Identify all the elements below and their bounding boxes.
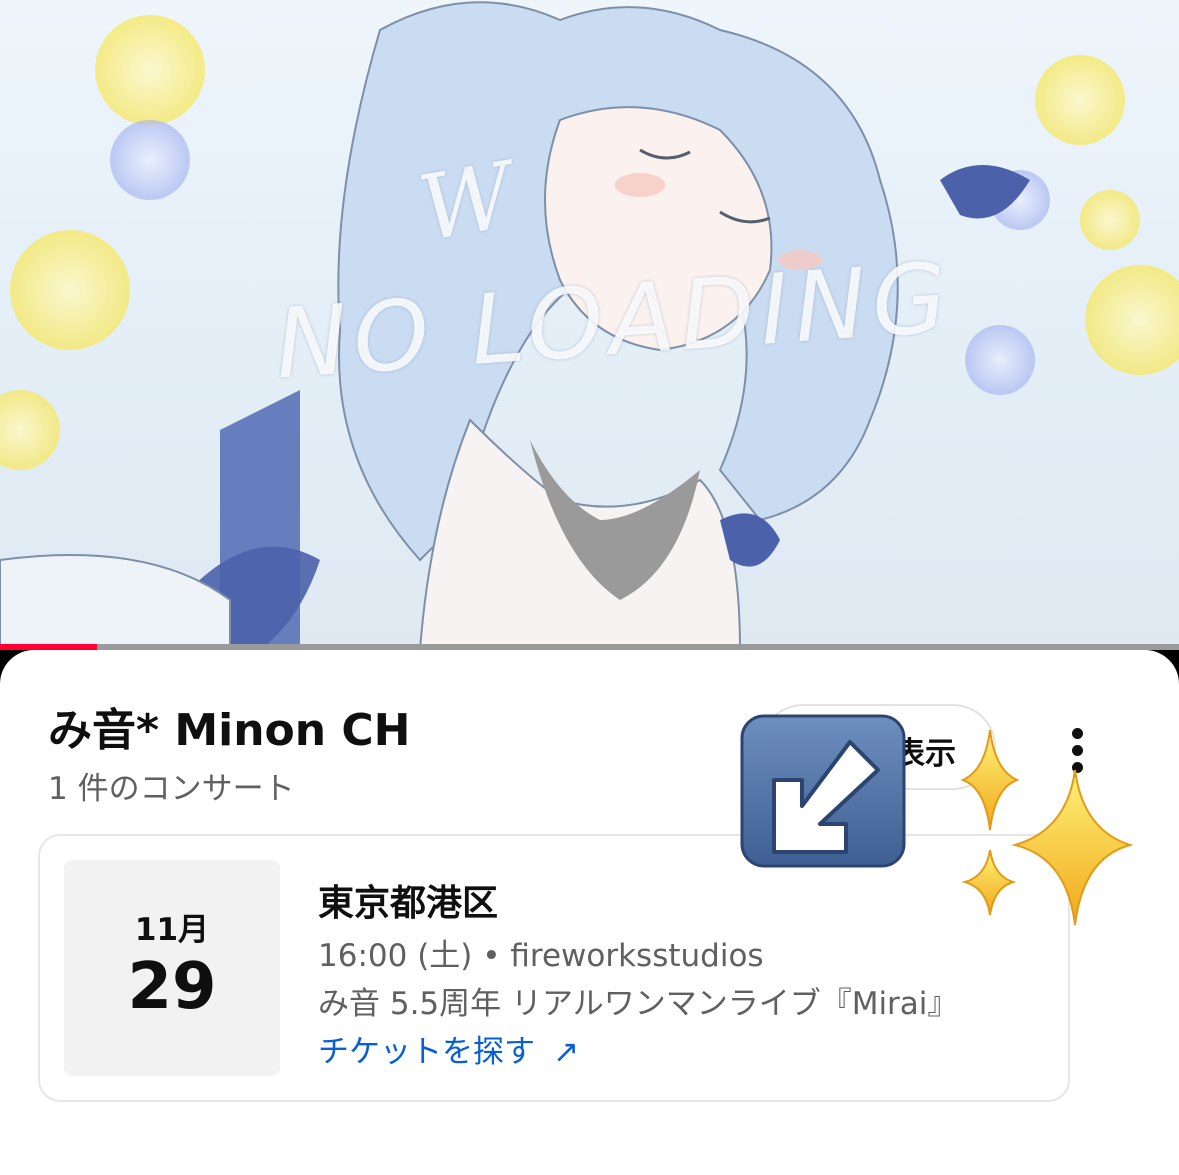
event-time-venue: 16:00 (土) • fireworksstudios	[318, 938, 764, 974]
event-location: 東京都港区	[318, 883, 499, 924]
arrow-down-left-icon	[740, 714, 906, 868]
concert-count: 1 件のコンサート	[48, 771, 295, 807]
video-player[interactable]: W NO LOADING	[0, 0, 1179, 650]
event-day: 29	[127, 950, 217, 1024]
event-month: 11月	[134, 912, 210, 948]
event-date-box: 11月 29	[64, 860, 280, 1076]
sparkles-icon	[960, 730, 1134, 926]
event-card[interactable]: 11月 29 東京都港区 16:00 (土) • fireworksstudio…	[38, 834, 1070, 1102]
find-tickets-link[interactable]: チケットを探す ↗	[318, 1026, 579, 1071]
overlay-text-w: W	[411, 142, 521, 263]
event-title: み音 5.5周年 リアルワンマンライブ『Mirai』	[318, 986, 959, 1022]
external-link-icon: ↗	[553, 1034, 579, 1070]
channel-title: み音* Minon CH	[48, 705, 411, 756]
find-tickets-label: チケットを探す	[318, 1034, 535, 1070]
